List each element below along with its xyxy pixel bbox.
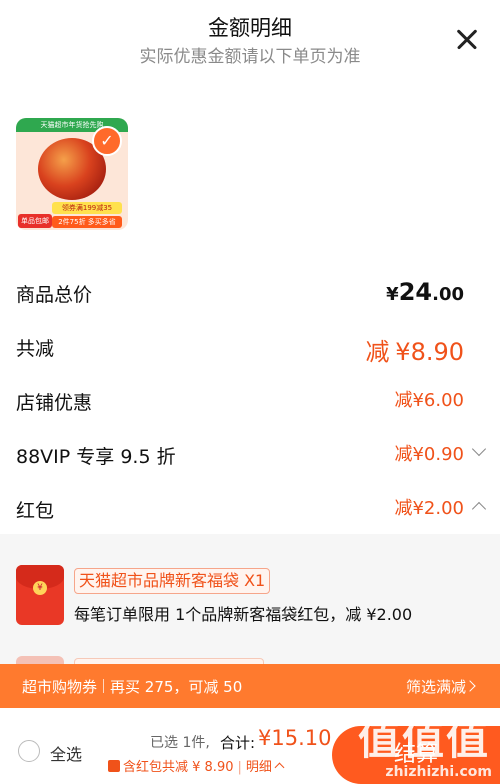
close-icon[interactable]	[456, 28, 478, 50]
thumb-discount-tag: 2件75折 多买多省	[52, 216, 122, 228]
discount-detail-toggle[interactable]: 含红包共减 ¥ 8.90 | 明细	[108, 756, 285, 775]
chevron-down-icon[interactable]	[471, 441, 487, 457]
page-subtitle: 实际优惠金额请以下单页为准	[139, 47, 361, 67]
thumb-shipping-badge: 单品包邮	[18, 214, 52, 228]
red-packet-panel	[0, 534, 500, 664]
thumb-coupon-tag: 领券满199减35	[52, 202, 122, 214]
detail-label: 明细	[245, 760, 272, 775]
divider: |	[237, 760, 242, 775]
store-discount-value: 减¥6.00	[394, 390, 464, 411]
coupon-label: 超市购物券	[22, 678, 98, 696]
chevron-up-icon[interactable]	[471, 501, 487, 517]
product-thumbnail: 天猫超市年货抢先购 ✓ 领券满199减35 2件75折 多买多省 单品包邮	[16, 118, 128, 230]
filter-discount-link[interactable]: 筛选满减	[406, 676, 466, 697]
header: 金额明细 实际优惠金额请以下单页为准	[0, 0, 500, 80]
coupon-hint: 再买 275，可减 50	[110, 678, 243, 696]
reduced-amount: 8.90	[410, 338, 464, 366]
discount-text: 含红包共减 ¥ 8.90	[123, 760, 234, 775]
select-all-checkbox[interactable]	[18, 740, 40, 762]
total-price-value: ¥24.00	[386, 278, 464, 306]
selected-check-icon: ✓	[92, 126, 122, 156]
row-label: 共减	[16, 338, 55, 360]
row-total-price: 商品总价 ¥24.00	[16, 274, 484, 314]
row-label: 商品总价	[16, 284, 93, 306]
coin-icon: ¥	[33, 581, 47, 595]
row-total-reduced: 共减 减 ¥8.90	[16, 328, 484, 368]
reduced-value: 减 ¥8.90	[366, 332, 464, 367]
reduce-prefix: 减	[365, 338, 390, 366]
total-value: ¥15.10	[258, 726, 332, 750]
price-int: 24	[398, 278, 433, 306]
red-packet-value: 减¥2.00	[394, 498, 464, 519]
select-all-label[interactable]: 全选	[50, 741, 82, 765]
red-packet-icon: ¥	[16, 565, 64, 625]
packet-name-tag: 天猫超市品牌新客福袋 X1	[74, 568, 271, 594]
chevron-up-icon	[274, 762, 285, 773]
total-label: 合计:	[220, 734, 256, 752]
row-label: 店铺优惠	[16, 392, 93, 414]
packet-description: 每笔订单限用 1个品牌新客福袋红包，减 ¥2.00	[74, 605, 413, 624]
currency: ¥	[386, 284, 399, 305]
page-title: 金额明细	[208, 16, 292, 40]
promo-info: 超市购物券 再买 275，可减 50	[22, 676, 242, 697]
row-store-discount: 店铺优惠 减¥6.00	[16, 382, 484, 422]
vip-discount-value: 减¥0.90	[394, 444, 464, 465]
divider	[103, 679, 105, 693]
row-label: 88VIP 专享 9.5 折	[16, 446, 176, 468]
price-dec: .00	[432, 284, 464, 305]
red-packet-icon	[108, 760, 120, 772]
currency: ¥	[395, 338, 411, 366]
selected-count: 已选 1件,	[150, 735, 210, 751]
watermark-logo: 值值值	[357, 715, 490, 764]
row-vip-discount[interactable]: 88VIP 专享 9.5 折 减¥0.90	[16, 436, 487, 476]
chevron-right-icon[interactable]	[464, 680, 476, 692]
row-red-packet[interactable]: 红包 减¥2.00	[16, 490, 487, 530]
row-label: 红包	[16, 500, 55, 522]
promo-bar[interactable]: 超市购物券 再买 275，可减 50 筛选满减	[0, 664, 500, 708]
